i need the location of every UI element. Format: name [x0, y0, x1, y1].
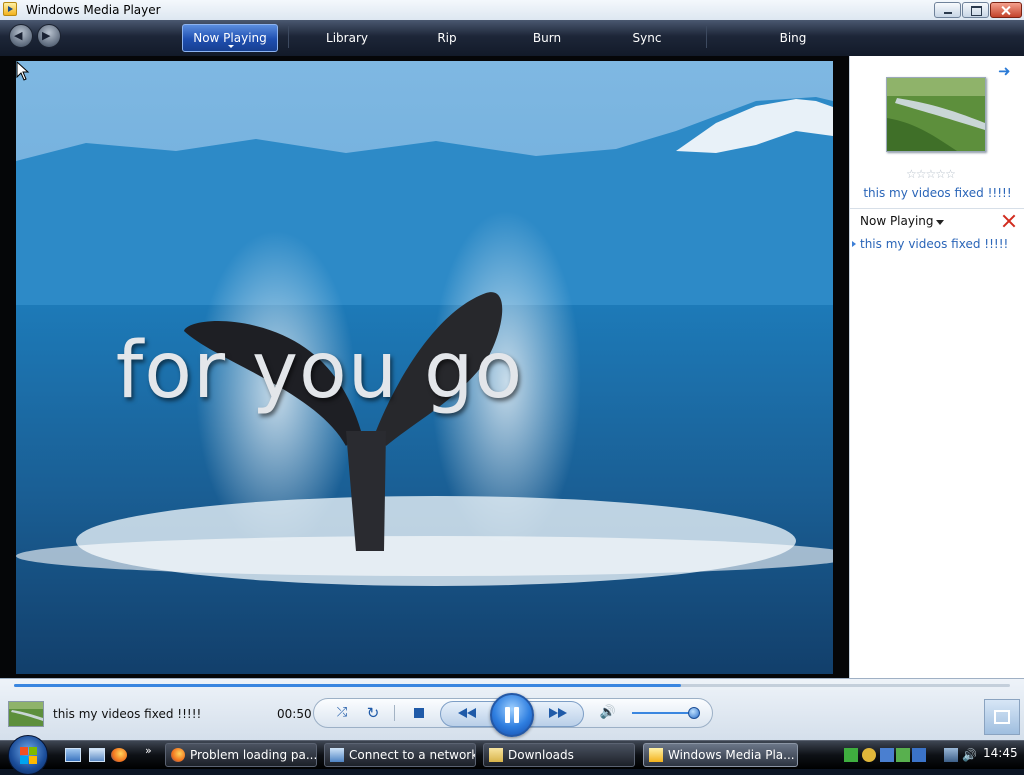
update-icon[interactable] [896, 748, 910, 762]
next-button[interactable] [545, 703, 571, 723]
panel-divider [850, 208, 1024, 209]
title-bar: Windows Media Player [0, 0, 1024, 21]
nav-separator [706, 26, 707, 48]
switch-to-skin-button[interactable] [984, 699, 1020, 735]
clear-list-icon[interactable] [1001, 213, 1017, 229]
taskbar-item-media-player[interactable]: Windows Media Pla... [643, 743, 798, 767]
pause-button[interactable] [490, 693, 534, 737]
firefox-icon [171, 748, 185, 762]
media-player-app-icon[interactable] [3, 2, 17, 16]
stop-button[interactable] [408, 703, 430, 723]
network-icon [330, 748, 344, 762]
back-button[interactable]: ◀ [9, 24, 33, 48]
device-icon[interactable] [912, 748, 926, 762]
seek-bar[interactable] [14, 684, 1010, 687]
star-icon: ☆ [915, 167, 927, 181]
tab-now-playing[interactable]: Now Playing [182, 24, 278, 52]
clock[interactable]: 14:45 [983, 746, 1018, 760]
panel-expand-arrow-icon[interactable]: ➜ [998, 64, 1011, 79]
star-icon: ☆ [945, 167, 956, 181]
tab-burn[interactable]: Burn [497, 26, 597, 54]
now-playing-thumbnail [8, 701, 44, 727]
taskbar: » Problem loading pa... Connect to a net… [0, 735, 1024, 775]
minimize-button[interactable] [934, 2, 961, 18]
quicklaunch-more-icon[interactable]: » [145, 744, 152, 757]
security-icon[interactable] [844, 748, 858, 762]
switch-windows-icon[interactable] [89, 748, 105, 762]
volume-slider-thumb[interactable] [688, 707, 700, 719]
now-playing-title: this my videos fixed !!!!! [53, 707, 202, 721]
media-thumbnail[interactable] [886, 77, 986, 152]
star-icon: ☆ [935, 167, 946, 181]
star-icon: ☆ [906, 167, 917, 181]
tab-rip[interactable]: Rip [397, 26, 497, 54]
taskbar-item-network[interactable]: Connect to a network [324, 743, 476, 767]
tab-bing[interactable]: Bing [718, 26, 868, 54]
firefox-icon[interactable] [111, 748, 127, 762]
network-status-icon[interactable] [944, 748, 958, 762]
folder-icon [489, 748, 503, 762]
chevron-down-icon[interactable] [936, 220, 944, 225]
window-title: Windows Media Player [26, 3, 161, 17]
seek-progress [14, 684, 682, 687]
shuffle-button[interactable]: ⤮ [331, 703, 353, 723]
forward-button[interactable]: ▶ [37, 24, 61, 48]
mute-button[interactable]: 🔊 [597, 703, 619, 723]
tab-library[interactable]: Library [297, 26, 397, 54]
lyric-caption: for you go [115, 326, 524, 416]
controls-separator [394, 705, 395, 721]
show-desktop-icon[interactable] [65, 748, 81, 762]
display-icon[interactable] [880, 748, 894, 762]
mouse-cursor-icon [16, 61, 30, 81]
repeat-button[interactable]: ↻ [362, 703, 384, 723]
star-icon: ☆ [925, 167, 937, 181]
now-playing-panel: ➜ ☆☆☆☆☆ this my videos fixed !!!!! Now P… [849, 56, 1024, 678]
forward-arrow-icon: ▶ [42, 29, 51, 42]
navigation-bar: ◀ ▶ Now Playing Library Rip Burn Sync Bi… [0, 20, 1024, 56]
volume-slider[interactable] [632, 712, 696, 714]
nav-separator [288, 26, 289, 48]
back-arrow-icon: ◀ [14, 29, 23, 42]
tab-sync[interactable]: Sync [597, 26, 697, 54]
rating-stars[interactable]: ☆☆☆☆☆ [906, 167, 956, 181]
elapsed-time: 00:50 [277, 707, 312, 721]
user-icon[interactable] [862, 748, 876, 762]
start-button[interactable] [8, 735, 48, 775]
maximize-button[interactable] [962, 2, 989, 18]
volume-icon[interactable]: 🔊 [962, 748, 977, 762]
taskbar-item-downloads[interactable]: Downloads [483, 743, 635, 767]
media-player-icon [649, 748, 663, 762]
playback-controls: this my videos fixed !!!!! 00:50 ⤮ ↻ 🔊 [0, 678, 1024, 741]
close-button[interactable] [990, 2, 1022, 18]
windows-logo-icon [20, 747, 28, 755]
video-display[interactable]: for you go [16, 61, 833, 674]
previous-button[interactable] [455, 703, 481, 723]
taskbar-item-firefox[interactable]: Problem loading pa... [165, 743, 317, 767]
media-title-link[interactable]: this my videos fixed !!!!! [850, 186, 1024, 200]
playlist-item[interactable]: this my videos fixed !!!!! [851, 237, 1008, 251]
list-options-label[interactable]: Now Playing [860, 214, 934, 228]
